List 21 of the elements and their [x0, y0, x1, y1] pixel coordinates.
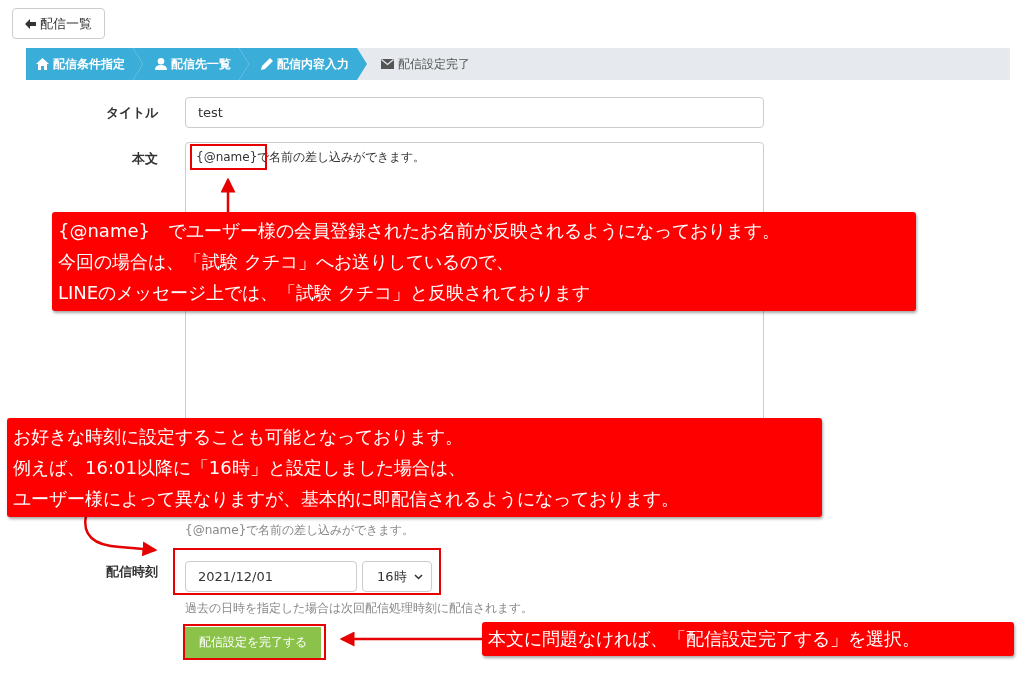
title-label: タイトル	[105, 103, 159, 122]
home-icon	[36, 58, 49, 70]
body-hint: {@name}で名前の差し込みができます。	[185, 522, 416, 539]
date-input[interactable]: 2021/12/01	[185, 561, 357, 592]
hour-select[interactable]: 16時	[362, 561, 432, 592]
envelope-icon	[381, 59, 394, 69]
step-label: 配信内容入力	[277, 55, 349, 73]
body-label: 本文	[131, 150, 159, 168]
time-hint: 過去の日時を指定した場合は次回配信処理時刻に配信されます。	[185, 600, 533, 617]
title-input[interactable]: test	[185, 97, 764, 128]
step-label: 配信条件指定	[53, 55, 125, 73]
annotation-text: 本文に問題なければ、「配信設定完了する」を選択。	[488, 627, 921, 651]
step-label: 配信先一覧	[171, 55, 231, 73]
user-icon	[155, 58, 167, 70]
caret-icon	[414, 573, 423, 580]
time-label: 配信時刻	[105, 563, 159, 581]
back-button[interactable]: 配信一覧	[12, 8, 105, 39]
pencil-icon	[261, 58, 273, 70]
arrow	[220, 177, 236, 212]
step-label: 配信設定完了	[398, 55, 470, 73]
arrow-left-icon	[25, 18, 36, 29]
